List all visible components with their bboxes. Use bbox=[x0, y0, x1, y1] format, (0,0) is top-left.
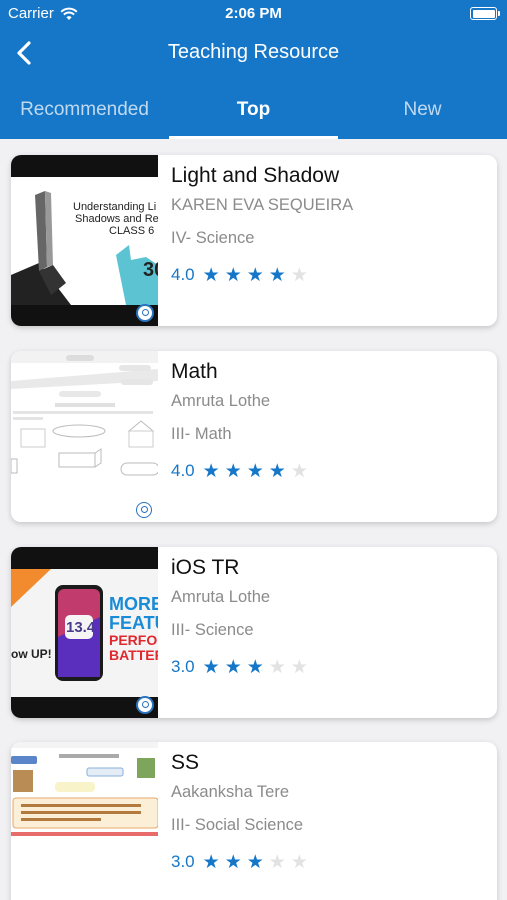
star-icon: ★ bbox=[246, 460, 264, 482]
navigation-bar: Teaching Resource bbox=[0, 30, 507, 76]
resource-subject: III- Math bbox=[171, 425, 232, 443]
star-icon: ★ bbox=[246, 264, 264, 286]
rating: 3.0 ★ ★ ★ ★ ★ bbox=[171, 852, 308, 872]
resource-subject: III- Social Science bbox=[171, 816, 304, 834]
thumbnail-text: BATTERY bbox=[109, 647, 158, 663]
star-icon: ★ bbox=[224, 264, 242, 286]
resource-author: Amruta Lothe bbox=[171, 392, 271, 410]
star-icon: ★ bbox=[268, 264, 286, 286]
star-empty-icon: ★ bbox=[290, 264, 308, 286]
rating-value: 4.0 bbox=[171, 265, 195, 284]
star-icon: ★ bbox=[246, 851, 264, 873]
resource-card[interactable]: Understanding Li Shadows and Refle CLASS… bbox=[11, 155, 497, 326]
star-icon: ★ bbox=[202, 460, 220, 482]
star-empty-icon: ★ bbox=[290, 656, 308, 678]
star-icon: ★ bbox=[224, 656, 242, 678]
thumbnail-text: CLASS 6 bbox=[109, 225, 155, 237]
rating-value: 3.0 bbox=[171, 852, 195, 871]
resource-card[interactable]: SS Aakanksha Tere III- Social Science 3.… bbox=[11, 742, 497, 900]
rating: 4.0 ★ ★ ★ ★ ★ bbox=[171, 461, 308, 481]
star-empty-icon: ★ bbox=[268, 656, 286, 678]
tab-top[interactable]: Top bbox=[169, 80, 338, 139]
star-empty-icon: ★ bbox=[268, 851, 286, 873]
star-empty-icon: ★ bbox=[290, 460, 308, 482]
resource-title: Math bbox=[171, 360, 218, 383]
resource-author: KAREN EVA SEQUEIRA bbox=[171, 196, 354, 214]
resource-subject: IV- Science bbox=[171, 229, 255, 247]
resource-title: SS bbox=[171, 751, 200, 774]
page-title: Teaching Resource bbox=[167, 41, 340, 63]
resource-title: iOS TR bbox=[171, 556, 240, 579]
zoom-icon[interactable] bbox=[136, 304, 154, 322]
thumbnail-text: 30 bbox=[143, 259, 158, 281]
star-icon: ★ bbox=[224, 851, 242, 873]
star-icon: ★ bbox=[202, 264, 220, 286]
star-icon: ★ bbox=[202, 851, 220, 873]
rating: 3.0 ★ ★ ★ ★ ★ bbox=[171, 657, 308, 677]
thumbnail-image: Understanding Li Shadows and Refle CLASS… bbox=[11, 155, 158, 326]
rating-value: 4.0 bbox=[171, 461, 195, 480]
thumbnail-text: ow UP! bbox=[11, 647, 52, 661]
star-empty-icon: ★ bbox=[290, 851, 308, 873]
thumbnail-text: 13.4 bbox=[66, 619, 96, 636]
resource-author: Amruta Lothe bbox=[171, 588, 271, 606]
status-bar: Carrier 2:06 PM bbox=[0, 0, 507, 28]
tab-new[interactable]: New bbox=[338, 80, 507, 139]
star-icon: ★ bbox=[268, 460, 286, 482]
app-header: Carrier 2:06 PM Teaching Resource Recomm… bbox=[0, 0, 507, 139]
resource-title: Light and Shadow bbox=[171, 164, 340, 187]
tab-bar: Recommended Top New bbox=[0, 80, 507, 139]
star-icon: ★ bbox=[246, 656, 264, 678]
zoom-icon[interactable] bbox=[136, 502, 152, 518]
zoom-icon[interactable] bbox=[136, 696, 154, 714]
thumbnail-text: MORE I bbox=[109, 594, 158, 614]
rating: 4.0 ★ ★ ★ ★ ★ bbox=[171, 265, 308, 285]
resource-author: Aakanksha Tere bbox=[171, 783, 290, 801]
resource-card[interactable]: 13.4 MORE I FEATU PERFORM BATTERY ow UP!… bbox=[11, 547, 497, 718]
rating-value: 3.0 bbox=[171, 657, 195, 676]
resource-subject: III- Science bbox=[171, 621, 254, 639]
resource-card[interactable]: Math Amruta Lothe III- Math 4.0 ★ ★ ★ ★ … bbox=[11, 351, 497, 522]
star-icon: ★ bbox=[224, 460, 242, 482]
thumbnail-image: 13.4 MORE I FEATU PERFORM BATTERY ow UP! bbox=[11, 547, 158, 718]
thumbnail-text: Understanding Li bbox=[73, 201, 157, 213]
thumbnail-text: Shadows and Refle bbox=[75, 213, 158, 225]
thumbnail-image bbox=[11, 351, 158, 522]
battery-icon bbox=[470, 7, 500, 20]
thumbnail-image bbox=[11, 742, 158, 900]
tab-recommended[interactable]: Recommended bbox=[0, 80, 169, 139]
clock: 2:06 PM bbox=[225, 5, 282, 22]
star-icon: ★ bbox=[202, 656, 220, 678]
